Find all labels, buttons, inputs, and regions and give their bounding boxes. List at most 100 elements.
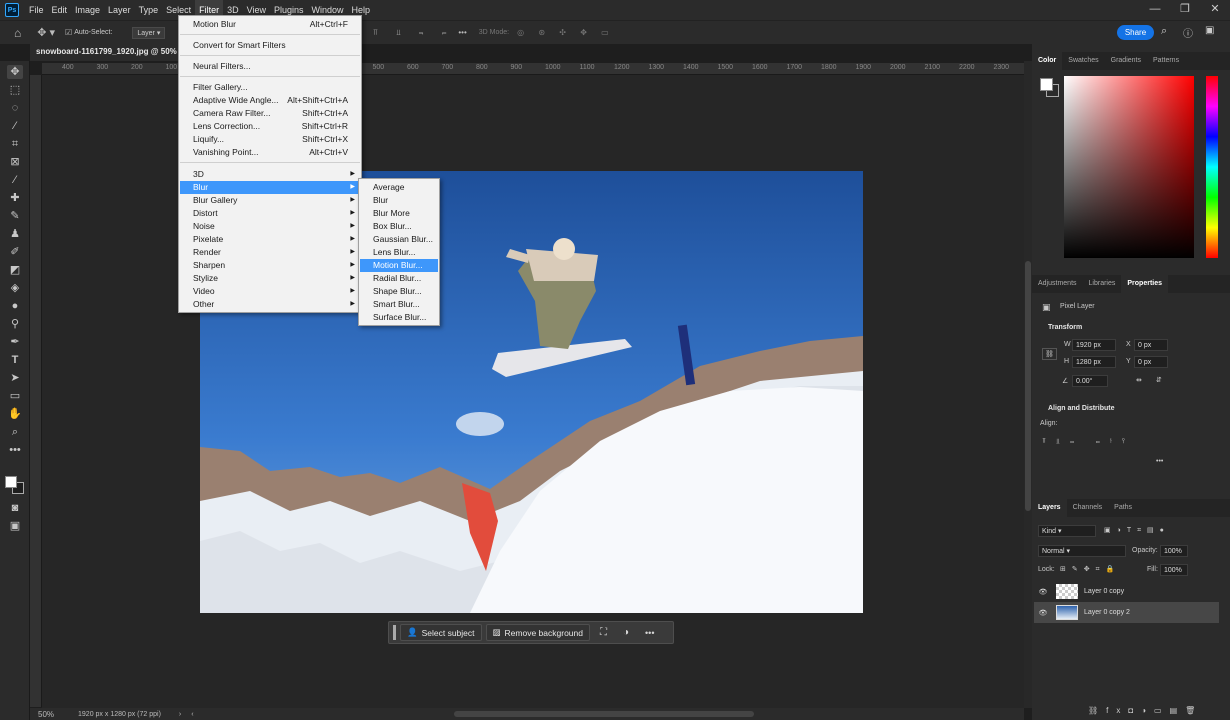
brush-tool-icon[interactable]: ✎ bbox=[7, 209, 23, 223]
zoom-level[interactable]: 50% bbox=[38, 710, 54, 719]
close-button[interactable]: ✕ bbox=[1200, 0, 1230, 20]
menu-edit[interactable]: Edit bbox=[48, 0, 72, 20]
eyedropper-tool-icon[interactable]: ⁄ bbox=[7, 173, 23, 187]
blur-tool-icon[interactable]: ● bbox=[7, 299, 23, 313]
lasso-tool-icon[interactable]: ◌ bbox=[7, 101, 23, 115]
menu-item-last-filter[interactable]: Motion Blur Alt+Ctrl+F bbox=[180, 18, 360, 31]
menu-item-shape-blur[interactable]: Shape Blur... bbox=[360, 285, 438, 298]
history-brush-tool-icon[interactable]: ✐ bbox=[7, 245, 23, 259]
menu-item-3d[interactable]: 3D ▶ bbox=[180, 168, 360, 181]
align-buttons-icons[interactable]: ⫪⫫⫬ ⫭⫮⫯ bbox=[1042, 438, 1135, 446]
menu-item-camera-raw-filter[interactable]: Camera Raw Filter... Shift+Ctrl+A bbox=[180, 107, 360, 120]
healing-brush-tool-icon[interactable]: ✚ bbox=[7, 191, 23, 205]
menu-item-render[interactable]: Render ▶ bbox=[180, 246, 360, 259]
menu-item-distort[interactable]: Distort ▶ bbox=[180, 207, 360, 220]
horizontal-scrollbar[interactable] bbox=[453, 711, 754, 717]
screen-mode-icon[interactable]: ▣ bbox=[7, 519, 23, 533]
menu-item-liquify[interactable]: Liquify... Shift+Ctrl+X bbox=[180, 133, 360, 146]
more-options-icon[interactable]: ••• bbox=[645, 628, 654, 638]
opacity-field[interactable]: 100% bbox=[1160, 545, 1188, 557]
home-icon[interactable]: ⌂ bbox=[14, 26, 21, 40]
menu-item-lens-correction[interactable]: Lens Correction... Shift+Ctrl+R bbox=[180, 120, 360, 133]
dodge-tool-icon[interactable]: ⚲ bbox=[7, 317, 23, 331]
auto-select-target-dropdown[interactable]: Layer ▾ bbox=[132, 26, 166, 39]
menu-item-surface-blur[interactable]: Surface Blur... bbox=[360, 311, 438, 324]
layer-row[interactable]: 👁 Layer 0 copy 2 bbox=[1034, 602, 1219, 623]
tab-paths[interactable]: Paths bbox=[1108, 499, 1138, 517]
menu-item-neural-filters[interactable]: Neural Filters... bbox=[180, 60, 360, 73]
move-tool-preset-icon[interactable]: ✥ ▾ bbox=[37, 26, 55, 39]
link-icon[interactable]: ⛓ bbox=[1042, 348, 1057, 360]
menu-item-box-blur[interactable]: Box Blur... bbox=[360, 220, 438, 233]
minimize-button[interactable]: — bbox=[1140, 0, 1170, 20]
fill-field[interactable]: 100% bbox=[1160, 564, 1188, 576]
transform-title[interactable]: Transform bbox=[1048, 324, 1082, 331]
crop-tool-icon[interactable]: ⌗ bbox=[7, 137, 23, 151]
select-subject-button[interactable]: 👤 Select subject bbox=[400, 624, 482, 641]
menu-item-stylize[interactable]: Stylize ▶ bbox=[180, 272, 360, 285]
menu-layer[interactable]: Layer bbox=[104, 0, 135, 20]
hue-slider[interactable] bbox=[1206, 76, 1218, 258]
tab-gradients[interactable]: Gradients bbox=[1105, 52, 1147, 70]
transform-icon[interactable]: ⛶ bbox=[600, 627, 607, 638]
marquee-tool-icon[interactable]: ⬚ bbox=[7, 83, 23, 97]
menu-item-blur-more[interactable]: Blur More bbox=[360, 207, 438, 220]
layer-row[interactable]: 👁 Layer 0 copy bbox=[1034, 581, 1219, 602]
layer-panel-footer-icons[interactable]: ⛓fx◘◑▭▤🗑 bbox=[1088, 706, 1203, 715]
search-icon[interactable]: ⌕ bbox=[1161, 25, 1167, 38]
auto-select-checkbox[interactable]: ☑ bbox=[65, 28, 72, 37]
tab-layers[interactable]: Layers bbox=[1032, 499, 1067, 517]
width-field[interactable]: 1920 px bbox=[1072, 339, 1116, 351]
vertical-scrollbar[interactable] bbox=[1024, 61, 1032, 708]
remove-background-button[interactable]: ▨ Remove background bbox=[485, 624, 590, 641]
kind-filter-dropdown[interactable]: Kind ▾ bbox=[1038, 525, 1096, 537]
blend-mode-dropdown[interactable]: Normal ▾ bbox=[1038, 545, 1126, 557]
height-field[interactable]: 1280 px bbox=[1072, 356, 1116, 368]
tab-adjustments[interactable]: Adjustments bbox=[1032, 275, 1083, 293]
eraser-tool-icon[interactable]: ◩ bbox=[7, 263, 23, 277]
layer-filter-icons[interactable]: ▣◑T⌗▤● bbox=[1104, 526, 1170, 535]
tab-color[interactable]: Color bbox=[1032, 52, 1063, 70]
foreground-color-swatch[interactable] bbox=[5, 476, 17, 488]
menu-item-gaussian-blur[interactable]: Gaussian Blur... bbox=[360, 233, 438, 246]
menu-item-other[interactable]: Other ▶ bbox=[180, 298, 360, 311]
flip-horizontal-icon[interactable]: ⇹ bbox=[1136, 376, 1142, 384]
rectangle-tool-icon[interactable]: ▭ bbox=[7, 389, 23, 403]
tab-patterns[interactable]: Patterns bbox=[1147, 52, 1185, 70]
3d-mode-icons[interactable]: ◎ ⊛ ✣ ✥ ▭ bbox=[517, 28, 615, 37]
frame-tool-icon[interactable]: ⊠ bbox=[7, 155, 23, 169]
type-tool-icon[interactable]: T bbox=[7, 353, 23, 367]
workspace-icon[interactable]: ▣ bbox=[1205, 25, 1214, 36]
tab-channels[interactable]: Channels bbox=[1067, 499, 1109, 517]
y-field[interactable]: 0 px bbox=[1134, 356, 1168, 368]
menu-item-filter-gallery[interactable]: Filter Gallery... bbox=[180, 81, 360, 94]
menu-item-radial-blur[interactable]: Radial Blur... bbox=[360, 272, 438, 285]
visibility-eye-icon[interactable]: 👁 bbox=[1034, 588, 1052, 596]
help-icon[interactable]: ⓘ bbox=[1183, 25, 1193, 40]
adjust-icon[interactable]: ◑ bbox=[623, 627, 629, 638]
color-picker-field[interactable] bbox=[1064, 76, 1194, 258]
tab-libraries[interactable]: Libraries bbox=[1083, 275, 1122, 293]
more-options-icon[interactable]: ••• bbox=[458, 28, 466, 37]
zoom-tool-icon[interactable]: ⌕ bbox=[7, 425, 23, 439]
quick-mask-icon[interactable]: ◙ bbox=[7, 501, 23, 515]
x-field[interactable]: 0 px bbox=[1134, 339, 1168, 351]
menu-image[interactable]: Image bbox=[71, 0, 104, 20]
tab-properties[interactable]: Properties bbox=[1121, 275, 1169, 293]
menu-item-convert-smart-filters[interactable]: Convert for Smart Filters bbox=[180, 39, 360, 52]
angle-field[interactable]: 0.00° bbox=[1072, 375, 1108, 387]
align-icons[interactable]: ⫪ ⫫ ⫬ ⫭ bbox=[373, 28, 454, 38]
menu-item-noise[interactable]: Noise ▶ bbox=[180, 220, 360, 233]
more-tools-icon[interactable]: ••• bbox=[7, 443, 23, 457]
object-selection-tool-icon[interactable]: ⁄ bbox=[7, 119, 23, 133]
menu-file[interactable]: File bbox=[25, 0, 48, 20]
menu-item-average[interactable]: Average bbox=[360, 181, 438, 194]
share-button[interactable]: Share bbox=[1117, 25, 1154, 40]
menu-item-adaptive-wide-angle[interactable]: Adaptive Wide Angle... Alt+Shift+Ctrl+A bbox=[180, 94, 360, 107]
status-menu-icon[interactable]: › bbox=[179, 711, 181, 718]
menu-item-video[interactable]: Video ▶ bbox=[180, 285, 360, 298]
menu-item-motion-blur[interactable]: Motion Blur... bbox=[360, 259, 438, 272]
stamp-tool-icon[interactable]: ♟ bbox=[7, 227, 23, 241]
visibility-eye-icon[interactable]: 👁 bbox=[1034, 609, 1052, 617]
menu-item-vanishing-point[interactable]: Vanishing Point... Alt+Ctrl+V bbox=[180, 146, 360, 159]
